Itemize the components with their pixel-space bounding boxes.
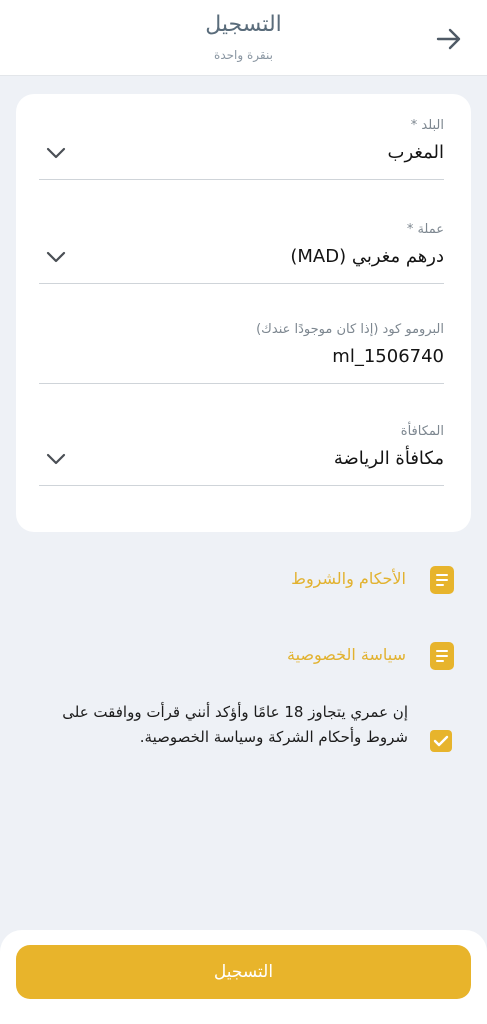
country-value: المغرب <box>387 142 444 163</box>
checkmark-icon <box>433 735 449 747</box>
bonus-label: المكافأة <box>400 424 444 439</box>
promo-code-value: ml_1506740 <box>332 346 444 367</box>
document-icon <box>430 642 454 670</box>
age-consent: إن عمري يتجاوز 18 عامًا وأؤكد أنني قرأت … <box>16 700 456 790</box>
document-icon <box>430 566 454 594</box>
promo-code-label: البرومو كود (إذا كان موجودًا عندك) <box>256 322 444 337</box>
page-title: التسجيل <box>205 12 282 37</box>
register-button[interactable]: التسجيل <box>16 945 471 999</box>
currency-select[interactable]: عملة * درهم مغربي (MAD) <box>39 222 444 284</box>
promo-code-input[interactable]: البرومو كود (إذا كان موجودًا عندك) ml_15… <box>39 322 444 384</box>
back-button[interactable] <box>432 22 466 56</box>
chevron-down-icon <box>46 147 66 159</box>
consent-checkbox[interactable] <box>430 730 452 752</box>
consent-text: إن عمري يتجاوز 18 عامًا وأؤكد أنني قرأت … <box>62 703 408 746</box>
bottom-action-bar: التسجيل <box>0 930 487 1024</box>
arrow-right-icon <box>436 28 461 50</box>
bonus-select[interactable]: المكافأة مكافأة الرياضة <box>39 424 444 486</box>
currency-label: عملة * <box>406 222 444 237</box>
privacy-policy-link[interactable]: سياسة الخصوصية <box>264 642 454 672</box>
currency-value: درهم مغربي (MAD) <box>290 246 444 267</box>
terms-link-label: الأحكام والشروط <box>291 569 406 588</box>
chevron-down-icon <box>46 453 66 465</box>
terms-link[interactable]: الأحكام والشروط <box>264 566 454 596</box>
country-select[interactable]: البلد * المغرب <box>39 118 444 180</box>
registration-form-card: البلد * المغرب عملة * درهم مغربي (MAD) ا… <box>16 94 471 532</box>
app-header: التسجيل بنقرة واحدة <box>0 0 487 76</box>
bonus-value: مكافأة الرياضة <box>333 448 444 469</box>
country-label: البلد * <box>410 118 444 133</box>
chevron-down-icon <box>46 251 66 263</box>
privacy-policy-label: سياسة الخصوصية <box>287 645 406 664</box>
page-subtitle: بنقرة واحدة <box>214 48 273 62</box>
